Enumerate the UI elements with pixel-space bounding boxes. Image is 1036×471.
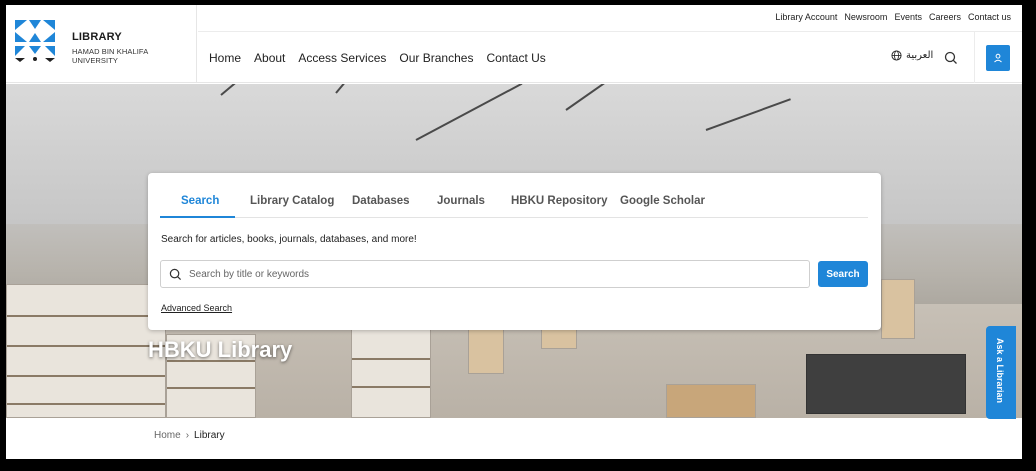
breadcrumb-separator: › (185, 430, 190, 441)
main-nav: Home About Access Services Our Branches … (209, 51, 546, 65)
tab-journals[interactable]: Journals (437, 195, 485, 207)
search-icon (169, 268, 182, 281)
search-field (160, 260, 810, 288)
breadcrumb-current: Library (194, 430, 225, 441)
utility-links: Library Account Newsroom Events Careers … (775, 12, 1011, 22)
bookshelf-image (6, 284, 166, 418)
language-label: العربية (906, 50, 934, 61)
search-hint: Search for articles, books, journals, da… (161, 234, 417, 245)
search-tabs: Search Library Catalog Databases Journal… (160, 191, 868, 218)
globe-icon (891, 50, 902, 61)
tab-hbku-repository[interactable]: HBKU Repository (511, 195, 607, 207)
ask-a-librarian-button[interactable]: Ask a Librarian (986, 326, 1016, 419)
nav-divider (974, 32, 975, 83)
site-header: LIBRARY HAMAD BIN KHALIFA UNIVERSITY Lib… (6, 5, 1022, 83)
nav-home[interactable]: Home (209, 51, 241, 65)
search-icon[interactable] (944, 51, 958, 65)
utility-link-newsroom[interactable]: Newsroom (844, 12, 887, 22)
tab-google-scholar[interactable]: Google Scholar (620, 195, 705, 207)
hero-title: HBKU Library (148, 337, 293, 362)
ask-a-librarian-label: Ask a Librarian (995, 338, 1005, 404)
search-card: Search Library Catalog Databases Journal… (148, 173, 881, 330)
bookshelf-image (468, 329, 504, 374)
library-logo-icon (15, 20, 55, 62)
logo-title: LIBRARY (72, 31, 122, 43)
utility-link-contact-us[interactable]: Contact us (968, 12, 1011, 22)
bookshelf-image (351, 329, 431, 418)
study-desks-image (806, 354, 966, 414)
account-button[interactable] (986, 45, 1010, 71)
bookshelf-image (541, 329, 577, 349)
table-image (666, 384, 756, 418)
utility-link-careers[interactable]: Careers (929, 12, 961, 22)
logo-link[interactable]: LIBRARY HAMAD BIN KHALIFA UNIVERSITY (6, 5, 197, 83)
logo-subtitle: HAMAD BIN KHALIFA UNIVERSITY (72, 47, 148, 65)
breadcrumb-home[interactable]: Home (154, 430, 181, 441)
tab-databases[interactable]: Databases (352, 195, 410, 207)
bookshelf-image (881, 279, 915, 339)
utility-link-library-account[interactable]: Library Account (775, 12, 837, 22)
nav-contact-us[interactable]: Contact Us (486, 51, 545, 65)
utility-bar: Library Account Newsroom Events Careers … (198, 5, 1022, 32)
nav-our-branches[interactable]: Our Branches (399, 51, 473, 65)
tab-search[interactable]: Search (181, 195, 219, 207)
utility-link-events[interactable]: Events (894, 12, 922, 22)
user-icon (994, 53, 1002, 63)
nav-about[interactable]: About (254, 51, 285, 65)
nav-access-services[interactable]: Access Services (298, 51, 386, 65)
search-button[interactable]: Search (818, 261, 868, 287)
tab-library-catalog[interactable]: Library Catalog (250, 195, 334, 207)
page-frame: LIBRARY HAMAD BIN KHALIFA UNIVERSITY Lib… (6, 5, 1022, 459)
breadcrumb: Home › Library (154, 430, 225, 441)
active-tab-indicator (160, 216, 235, 218)
advanced-search-link[interactable]: Advanced Search (161, 303, 232, 313)
search-input[interactable] (189, 261, 799, 287)
language-switch[interactable]: العربية (891, 50, 933, 61)
